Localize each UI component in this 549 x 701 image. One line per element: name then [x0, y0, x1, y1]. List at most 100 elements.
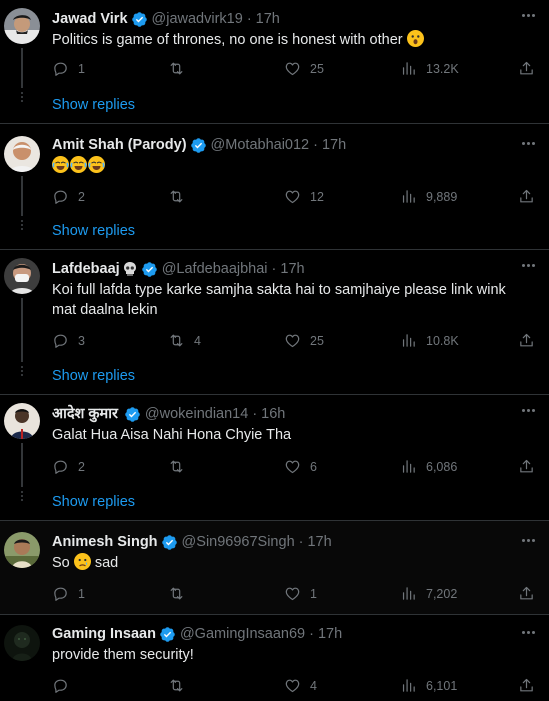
more-icon[interactable] — [522, 14, 535, 17]
username[interactable]: @Motabhai012 — [211, 135, 310, 155]
reply-button[interactable] — [52, 677, 78, 694]
share-icon — [518, 677, 535, 694]
retweet-button[interactable] — [168, 188, 194, 205]
display-name[interactable]: Gaming Insaan — [52, 624, 156, 644]
like-icon — [284, 188, 301, 205]
view-count: 6,086 — [426, 459, 458, 474]
skull-emoji — [122, 261, 138, 277]
like-icon — [284, 60, 301, 77]
action-bar: 4 6,101 — [52, 677, 538, 697]
more-icon[interactable] — [522, 631, 535, 634]
avatar[interactable] — [4, 8, 40, 44]
view-count: 6,101 — [426, 678, 458, 693]
retweet-button[interactable] — [168, 60, 194, 77]
tweet-text: Koi full lafda type karke samjha sakta h… — [52, 282, 506, 318]
show-replies-link[interactable]: Show replies — [52, 223, 135, 239]
username[interactable]: @jawadvirk19 — [152, 9, 243, 29]
view-count: 13.2K — [426, 61, 459, 76]
action-bar: 1 25 13.2K — [52, 60, 538, 80]
like-count: 6 — [310, 459, 317, 474]
share-button[interactable] — [518, 585, 535, 602]
more-icon[interactable] — [522, 142, 535, 145]
reply-icon — [52, 677, 69, 694]
avatar[interactable] — [4, 258, 40, 294]
username[interactable]: @wokeindian14 — [145, 404, 248, 424]
reply-tweet[interactable]: Amit Shah (Parody) @Motabhai012 · 17h 2 … — [0, 124, 549, 250]
reply-tweet[interactable]: आदेश कुमार @wokeindian14 · 16h Galat Hua… — [0, 395, 549, 521]
like-icon — [284, 332, 301, 349]
retweet-icon — [168, 188, 185, 205]
views-button[interactable]: 13.2K — [400, 60, 459, 77]
like-button[interactable]: 6 — [284, 458, 317, 475]
reply-button[interactable]: 1 — [52, 585, 85, 602]
avatar[interactable] — [4, 532, 40, 568]
avatar[interactable] — [4, 625, 40, 661]
timestamp[interactable]: 17h — [322, 135, 346, 155]
avatar[interactable] — [4, 403, 40, 439]
username[interactable]: @Lafdebaajbhai — [162, 259, 268, 279]
joy-emoji — [88, 156, 105, 173]
display-name[interactable]: Jawad Virk — [52, 9, 128, 29]
retweet-button[interactable] — [168, 458, 194, 475]
reply-tweet[interactable]: Animesh Singh @Sin96967Singh · 17h So sa… — [0, 521, 549, 615]
like-button[interactable]: 1 — [284, 585, 317, 602]
views-button[interactable]: 6,101 — [400, 677, 457, 694]
retweet-button[interactable] — [168, 677, 194, 694]
views-button[interactable]: 10.8K — [400, 332, 459, 349]
username[interactable]: @GamingInsaan69 — [180, 624, 305, 644]
surprised-emoji — [406, 30, 424, 47]
retweet-button[interactable] — [168, 585, 194, 602]
like-count: 12 — [310, 189, 324, 204]
timestamp[interactable]: 16h — [261, 404, 285, 424]
views-button[interactable]: 7,202 — [400, 585, 457, 602]
verified-badge-icon — [141, 261, 158, 278]
views-icon — [400, 60, 417, 77]
reply-count: 3 — [78, 333, 85, 348]
username[interactable]: @Sin96967Singh — [182, 532, 295, 552]
retweet-icon — [168, 585, 185, 602]
reply-tweet[interactable]: Jawad Virk @jawadvirk19 · 17h Politics i… — [0, 0, 549, 124]
share-button[interactable] — [518, 458, 535, 475]
like-button[interactable]: 12 — [284, 188, 324, 205]
separator-dot: · — [246, 11, 252, 27]
show-replies-link[interactable]: Show replies — [52, 97, 135, 113]
display-name[interactable]: Animesh Singh — [52, 532, 158, 552]
display-name[interactable]: Amit Shah (Parody) — [52, 135, 187, 155]
display-name[interactable]: Lafdebaaj — [52, 259, 120, 279]
display-name[interactable]: आदेश कुमार — [52, 404, 118, 424]
reply-button[interactable]: 1 — [52, 60, 85, 77]
show-replies-link[interactable]: Show replies — [52, 368, 135, 384]
view-count: 7,202 — [426, 586, 458, 601]
share-button[interactable] — [518, 188, 535, 205]
more-icon[interactable] — [522, 539, 535, 542]
tweet-text: Politics is game of thrones, no one is h… — [52, 30, 532, 50]
more-icon[interactable] — [522, 264, 535, 267]
reply-tweet[interactable]: Gaming Insaan @GamingInsaan69 · 17h prov… — [0, 615, 549, 701]
share-button[interactable] — [518, 677, 535, 694]
reply-button[interactable]: 3 — [52, 332, 85, 349]
reply-tweet[interactable]: Lafdebaaj @Lafdebaajbhai · 17h Koi full … — [0, 250, 549, 395]
views-button[interactable]: 9,889 — [400, 188, 457, 205]
timestamp[interactable]: 17h — [256, 9, 280, 29]
timestamp[interactable]: 17h — [318, 624, 342, 644]
show-replies-link[interactable]: Show replies — [52, 494, 135, 510]
like-button[interactable]: 25 — [284, 332, 324, 349]
timestamp[interactable]: 17h — [280, 259, 304, 279]
reply-button[interactable]: 2 — [52, 458, 85, 475]
share-icon — [518, 458, 535, 475]
retweet-button[interactable]: 4 — [168, 332, 201, 349]
reply-button[interactable]: 2 — [52, 188, 85, 205]
separator-dot: · — [309, 626, 314, 642]
share-button[interactable] — [518, 60, 535, 77]
share-button[interactable] — [518, 332, 535, 349]
views-button[interactable]: 6,086 — [400, 458, 457, 475]
timestamp[interactable]: 17h — [307, 532, 331, 552]
like-button[interactable]: 25 — [284, 60, 324, 77]
more-icon[interactable] — [522, 409, 535, 412]
like-icon — [284, 585, 301, 602]
action-bar: 1 1 7,202 — [52, 585, 538, 605]
avatar[interactable] — [4, 136, 40, 172]
verified-badge-icon — [131, 11, 148, 28]
view-count: 10.8K — [426, 333, 459, 348]
like-button[interactable]: 4 — [284, 677, 317, 694]
